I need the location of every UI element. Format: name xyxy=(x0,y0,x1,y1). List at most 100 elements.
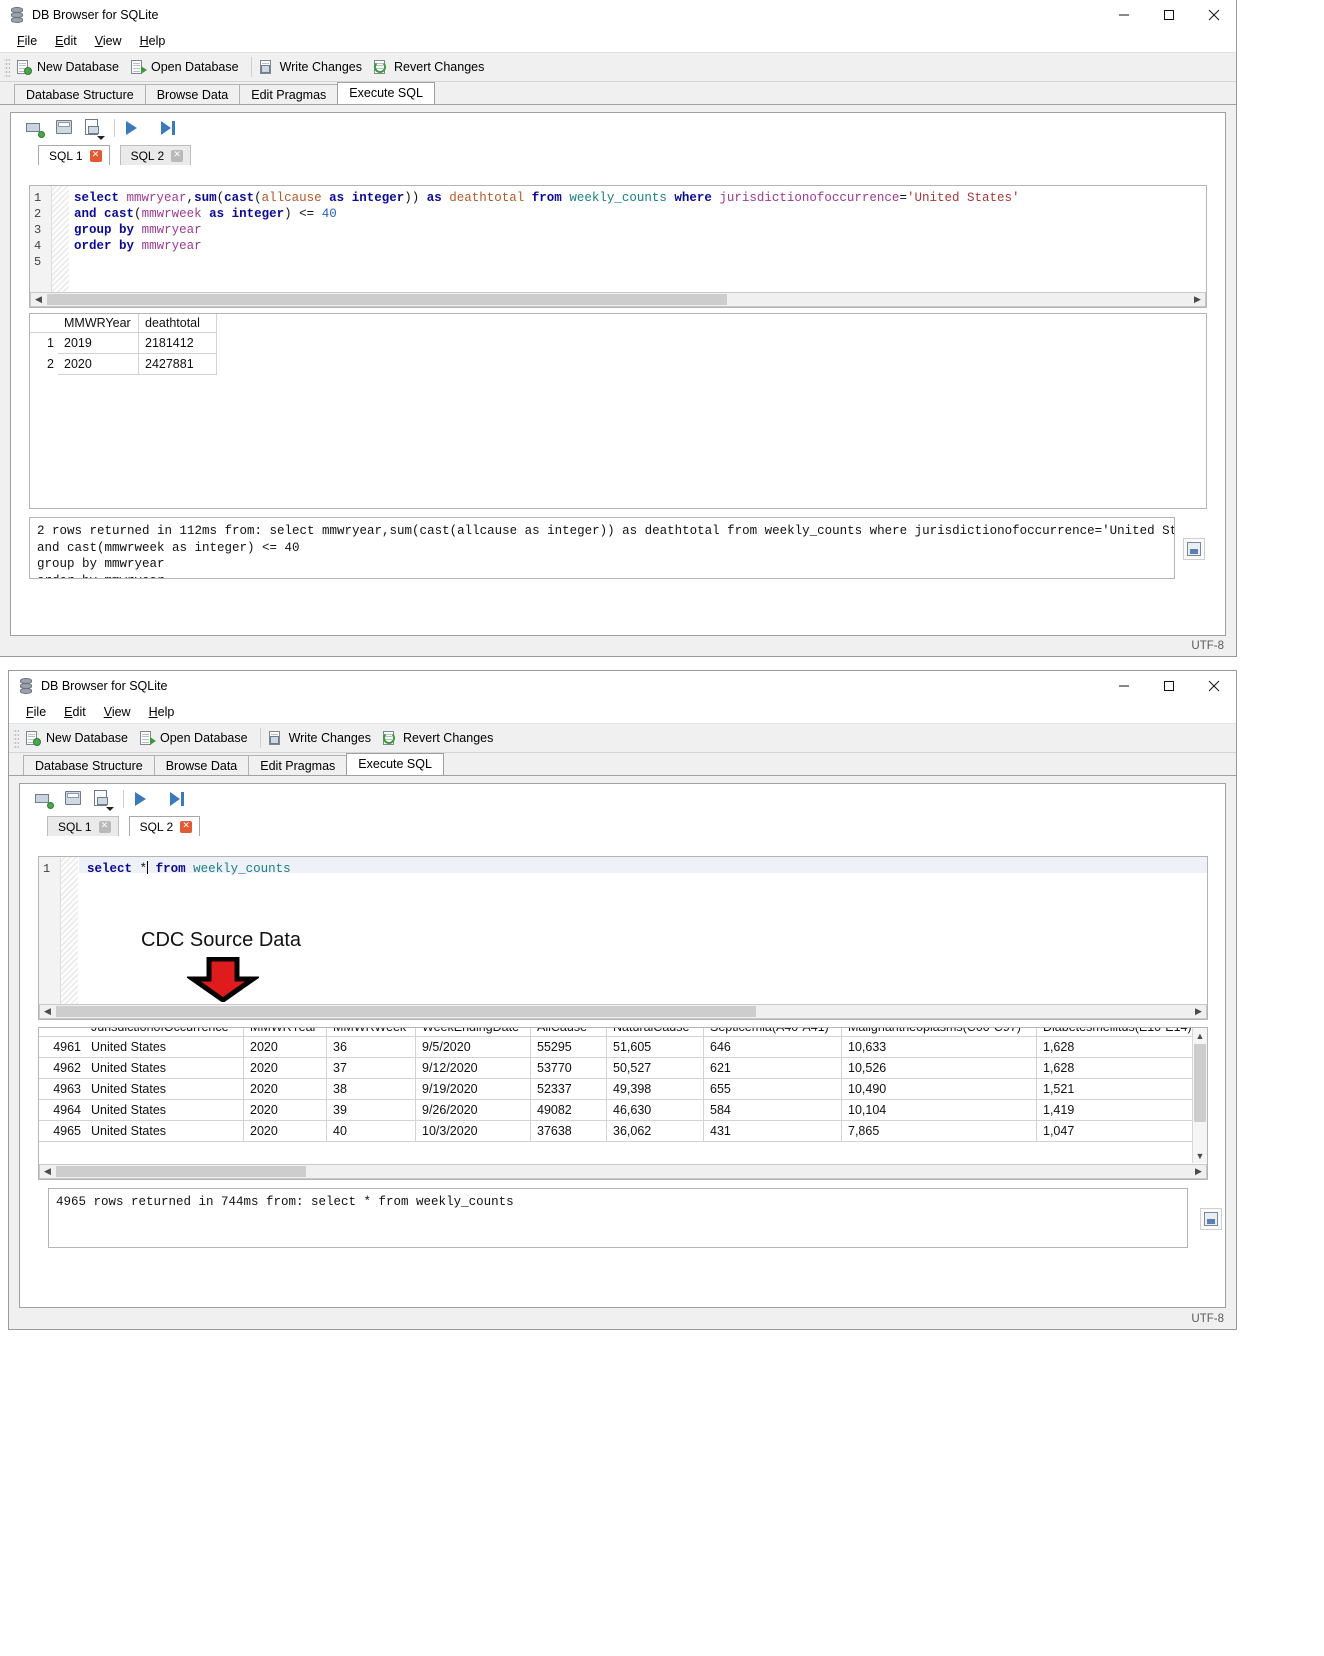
cell-allcause[interactable]: 52337 xyxy=(530,1078,607,1100)
table-row[interactable]: 4965 United States 2020 40 10/3/2020 376… xyxy=(39,1120,1192,1142)
table-row[interactable]: 4961 United States 2020 36 9/5/2020 5529… xyxy=(39,1036,1192,1058)
menu-file[interactable]: FFileile xyxy=(8,32,46,50)
cell-deathtotal[interactable]: 2181412 xyxy=(138,332,217,354)
cell-septicemia[interactable]: 621 xyxy=(703,1057,842,1079)
new-database-button[interactable]: New Database xyxy=(22,726,136,750)
window2-results-grid[interactable]: JurisdictionofOccurrence MMWRYear MMWRWe… xyxy=(38,1027,1208,1180)
column-header-jurisdictionofoccurrence[interactable]: JurisdictionofOccurrence xyxy=(85,1028,244,1037)
window1-sql-editor[interactable]: 1 2 3 4 5 select mmwryear,sum(cast(allca… xyxy=(29,185,1207,308)
cell-jurisdiction[interactable]: United States xyxy=(85,1099,244,1121)
maximize-button[interactable] xyxy=(1146,671,1191,700)
column-header-naturalcause[interactable]: NaturalCause xyxy=(606,1028,704,1037)
execute-line-icon[interactable] xyxy=(159,117,181,139)
cell-allcause[interactable]: 37638 xyxy=(530,1120,607,1142)
scroll-right-icon[interactable]: ▶ xyxy=(1191,1165,1206,1178)
open-sql-file-icon[interactable] xyxy=(25,117,47,139)
scroll-right-icon[interactable]: ▶ xyxy=(1191,1005,1206,1018)
cell-mmwrweek[interactable]: 39 xyxy=(326,1099,416,1121)
cell-septicemia[interactable]: 655 xyxy=(703,1078,842,1100)
window1-results-grid[interactable]: MMWRYear deathtotal 1 2019 2181412 2 202… xyxy=(29,313,1207,509)
cell-jurisdiction[interactable]: United States xyxy=(85,1036,244,1058)
tab-browse-data[interactable]: Browse Data xyxy=(153,755,250,775)
column-header-deathtotal[interactable]: deathtotal xyxy=(138,314,217,333)
column-header-weekendingdate[interactable]: WeekEndingDate xyxy=(415,1028,531,1037)
write-changes-button[interactable]: Write Changes xyxy=(265,726,379,750)
cell-mmwryear[interactable]: 2020 xyxy=(58,353,139,375)
grid-horizontal-scrollbar[interactable]: ◀ ▶ xyxy=(39,1164,1207,1179)
sql-tab-1-close-icon[interactable]: ✕ xyxy=(98,820,111,833)
cell-malignantneoplasms[interactable]: 10,490 xyxy=(841,1078,1037,1100)
scroll-left-icon[interactable]: ◀ xyxy=(40,1005,55,1018)
cell-weekendingdate[interactable]: 9/5/2020 xyxy=(415,1036,531,1058)
execute-line-icon[interactable] xyxy=(168,788,190,810)
minimize-button[interactable] xyxy=(1101,0,1146,29)
sql-tab-2[interactable]: SQL 2 ✕ xyxy=(128,816,201,836)
menu-edit[interactable]: Edit xyxy=(46,32,86,50)
sql-tab-2-close-icon[interactable]: ✕ xyxy=(180,820,193,833)
cell-diabetesmellitus[interactable]: 1,419 xyxy=(1036,1099,1192,1121)
cell-mmwryear[interactable]: 2020 xyxy=(243,1078,327,1100)
cell-septicemia[interactable]: 584 xyxy=(703,1099,842,1121)
cell-mmwryear[interactable]: 2020 xyxy=(243,1036,327,1058)
save-results-icon[interactable] xyxy=(92,788,114,811)
cell-deathtotal[interactable]: 2427881 xyxy=(138,353,217,375)
revert-changes-button[interactable]: Revert Changes xyxy=(379,726,501,750)
cell-malignantneoplasms[interactable]: 7,865 xyxy=(841,1120,1037,1142)
cell-weekendingdate[interactable]: 10/3/2020 xyxy=(415,1120,531,1142)
tab-execute-sql[interactable]: Execute SQL xyxy=(337,82,435,104)
save-message-button[interactable] xyxy=(1200,1208,1222,1230)
cell-mmwrweek[interactable]: 37 xyxy=(326,1057,416,1079)
cell-weekendingdate[interactable]: 9/12/2020 xyxy=(415,1057,531,1079)
close-button[interactable] xyxy=(1191,0,1236,29)
cell-mmwrweek[interactable]: 38 xyxy=(326,1078,416,1100)
cell-jurisdiction[interactable]: United States xyxy=(85,1120,244,1142)
cell-weekendingdate[interactable]: 9/19/2020 xyxy=(415,1078,531,1100)
cell-weekendingdate[interactable]: 9/26/2020 xyxy=(415,1099,531,1121)
column-header-mmwryear[interactable]: MMWRYear xyxy=(58,314,139,333)
column-header-diabetesmellitus[interactable]: Diabetesmellitus(E10-E14) xyxy=(1036,1028,1192,1037)
tab-database-structure[interactable]: Database Structure xyxy=(14,84,146,104)
menu-file[interactable]: File xyxy=(17,703,55,721)
scroll-down-icon[interactable]: ▼ xyxy=(1193,1148,1207,1163)
cell-naturalcause[interactable]: 49,398 xyxy=(606,1078,704,1100)
scroll-thumb[interactable] xyxy=(56,1006,756,1017)
revert-changes-button[interactable]: Revert Changes xyxy=(370,55,492,79)
save-message-button[interactable] xyxy=(1183,538,1205,560)
cell-naturalcause[interactable]: 51,605 xyxy=(606,1036,704,1058)
cell-septicemia[interactable]: 431 xyxy=(703,1120,842,1142)
save-results-icon[interactable] xyxy=(83,117,105,140)
cell-jurisdiction[interactable]: United States xyxy=(85,1057,244,1079)
execute-all-icon[interactable] xyxy=(131,788,153,810)
maximize-button[interactable] xyxy=(1146,0,1191,29)
minimize-button[interactable] xyxy=(1101,671,1146,700)
table-row[interactable]: 4964 United States 2020 39 9/26/2020 490… xyxy=(39,1099,1192,1121)
scroll-up-icon[interactable]: ▲ xyxy=(1193,1028,1207,1043)
tab-execute-sql[interactable]: Execute SQL xyxy=(346,753,444,775)
close-button[interactable] xyxy=(1191,671,1236,700)
menu-help[interactable]: Help xyxy=(140,703,184,721)
tab-browse-data[interactable]: Browse Data xyxy=(144,84,241,104)
cell-diabetesmellitus[interactable]: 1,628 xyxy=(1036,1036,1192,1058)
cell-malignantneoplasms[interactable]: 10,633 xyxy=(841,1036,1037,1058)
cell-mmwrweek[interactable]: 36 xyxy=(326,1036,416,1058)
sql-tab-2[interactable]: SQL 2 ✕ xyxy=(119,145,192,165)
save-sql-file-icon[interactable] xyxy=(63,788,85,810)
tab-edit-pragmas[interactable]: Edit Pragmas xyxy=(239,84,339,104)
cell-naturalcause[interactable]: 50,527 xyxy=(606,1057,704,1079)
cell-malignantneoplasms[interactable]: 10,104 xyxy=(841,1099,1037,1121)
column-header-allcause[interactable]: AllCause xyxy=(530,1028,607,1037)
cell-allcause[interactable]: 55295 xyxy=(530,1036,607,1058)
editor-horizontal-scrollbar[interactable]: ◀ ▶ xyxy=(30,292,1206,307)
cell-allcause[interactable]: 49082 xyxy=(530,1099,607,1121)
column-header-malignantneoplasms[interactable]: Malignantneoplasms(C00-C97) xyxy=(841,1028,1037,1037)
cell-mmwryear[interactable]: 2020 xyxy=(243,1120,327,1142)
scroll-left-icon[interactable]: ◀ xyxy=(31,293,46,306)
toolbar-grip[interactable] xyxy=(13,728,19,748)
sql-tab-2-close-icon[interactable]: ✕ xyxy=(171,149,184,162)
grid-vertical-scrollbar[interactable]: ▲ ▼ xyxy=(1192,1028,1207,1163)
cell-mmwryear[interactable]: 2019 xyxy=(58,332,139,354)
cell-mmwrweek[interactable]: 40 xyxy=(326,1120,416,1142)
open-database-button[interactable]: Open Database xyxy=(127,55,247,79)
menu-help[interactable]: Help xyxy=(131,32,175,50)
table-row[interactable]: 2 2020 2427881 xyxy=(30,353,217,375)
